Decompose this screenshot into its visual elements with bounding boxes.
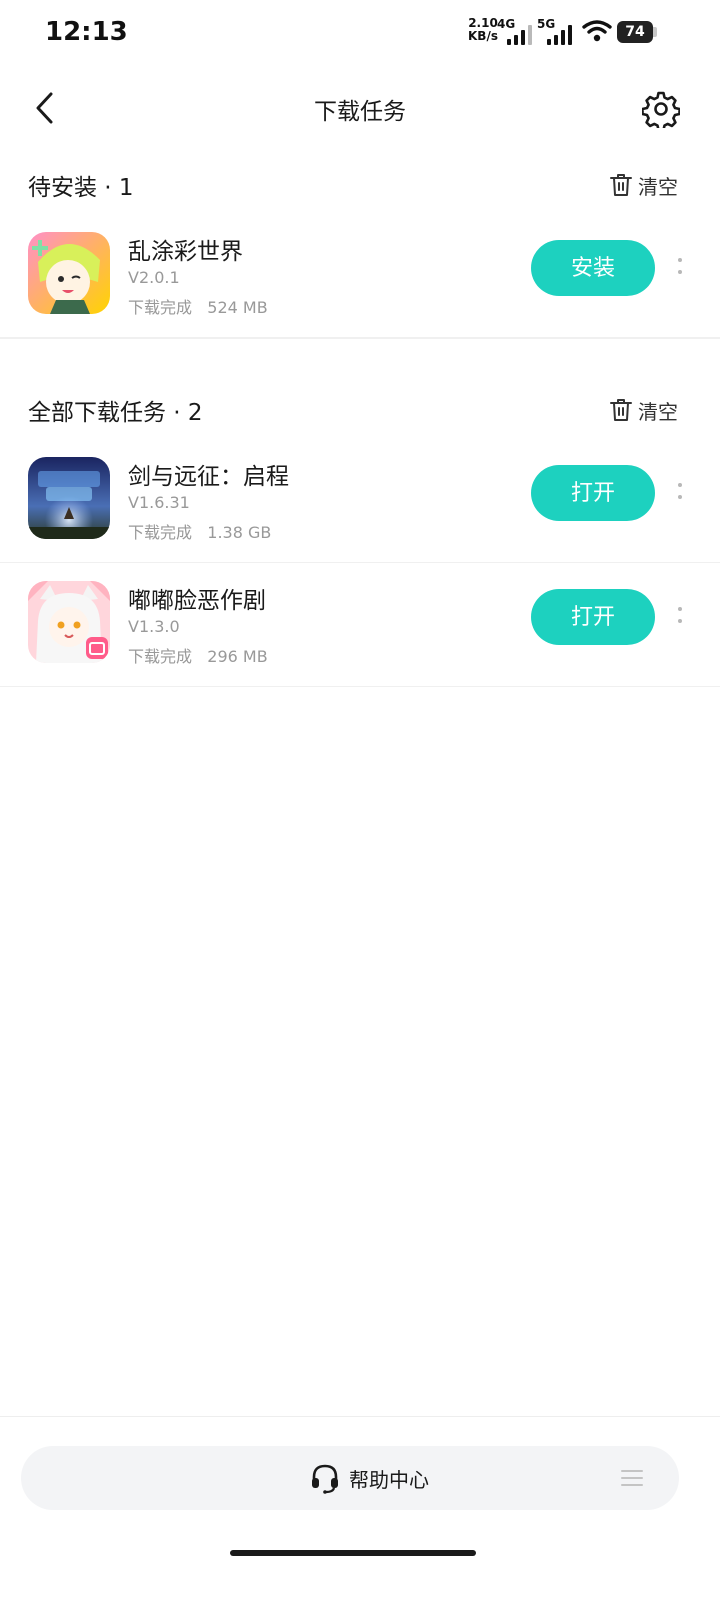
divider: [0, 338, 720, 339]
headset-icon: [312, 1464, 338, 1494]
list-item-download[interactable]: 嘟嘟脸恶作剧 V1.3.0 下载完成 296 MB 打开: [0, 563, 720, 687]
signal-bars-icon: [507, 25, 535, 45]
trash-icon: [610, 174, 632, 196]
app-icon-afk-journey: [28, 457, 110, 539]
download-status: 下载完成 1.38 GB: [128, 523, 272, 542]
section-title: 待安装 · 1: [28, 175, 134, 201]
clear-label: 清空: [638, 174, 678, 199]
signal-5g: 5G: [537, 17, 577, 45]
menu-icon[interactable]: [621, 1468, 643, 1488]
open-button[interactable]: 打开: [531, 589, 655, 645]
app-version: V1.6.31: [128, 493, 190, 512]
download-status: 下载完成 524 MB: [128, 298, 268, 317]
help-center-label: 帮助中心: [349, 1467, 429, 1492]
app-icon-dudulian: [28, 581, 110, 663]
help-center-bar: 帮助中心: [21, 1446, 679, 1510]
status-bar: 12:13 2.10 KB/s 4G 5G 74: [0, 0, 720, 66]
app-icon-luantucai: [28, 232, 110, 314]
trash-icon: [610, 399, 632, 421]
app-version: V2.0.1: [128, 268, 180, 287]
network-speed-unit: KB/s: [468, 29, 498, 43]
more-options-icon[interactable]: [672, 477, 688, 507]
page-title: 下载任务: [314, 99, 406, 125]
gear-icon[interactable]: [642, 90, 680, 128]
app-name: 嘟嘟脸恶作剧: [128, 588, 266, 614]
wifi-icon: [582, 20, 612, 42]
top-app-bar: 下载任务: [0, 76, 720, 142]
battery-icon: 74: [617, 21, 657, 43]
divider: [0, 1416, 720, 1417]
battery-level: 74: [617, 21, 653, 43]
app-version: V1.3.0: [128, 617, 180, 636]
clear-pending-button[interactable]: 清空: [610, 170, 678, 200]
network-speed: 2.10 KB/s: [466, 17, 500, 43]
help-center-button[interactable]: 帮助中心: [309, 1460, 429, 1496]
section-title: 全部下载任务 · 2: [28, 400, 203, 426]
app-name: 乱涂彩世界: [128, 239, 243, 265]
section-pending-install: 待安装 · 1 清空: [0, 162, 720, 206]
status-time: 12:13: [45, 17, 128, 47]
more-options-icon[interactable]: [672, 252, 688, 282]
list-item-download[interactable]: 乱涂彩世界 V2.0.1 下载完成 524 MB 安装: [0, 214, 720, 338]
more-options-icon[interactable]: [672, 601, 688, 631]
download-status: 下载完成 296 MB: [128, 647, 268, 666]
signal-4g: 4G: [497, 17, 533, 45]
signal-bars-icon: [547, 25, 575, 45]
app-name: 剑与远征：启程: [128, 464, 289, 490]
download-tasks-screen: 12:13 2.10 KB/s 4G 5G 74 下载任务 待安装 · 1 清空…: [0, 0, 720, 1600]
home-indicator[interactable]: [230, 1550, 476, 1556]
clear-label: 清空: [638, 399, 678, 424]
list-item-download[interactable]: 剑与远征：启程 V1.6.31 下载完成 1.38 GB 打开: [0, 439, 720, 563]
install-button[interactable]: 安装: [531, 240, 655, 296]
section-all-downloads: 全部下载任务 · 2 清空: [0, 387, 720, 431]
open-button[interactable]: 打开: [531, 465, 655, 521]
clear-all-button[interactable]: 清空: [610, 395, 678, 425]
